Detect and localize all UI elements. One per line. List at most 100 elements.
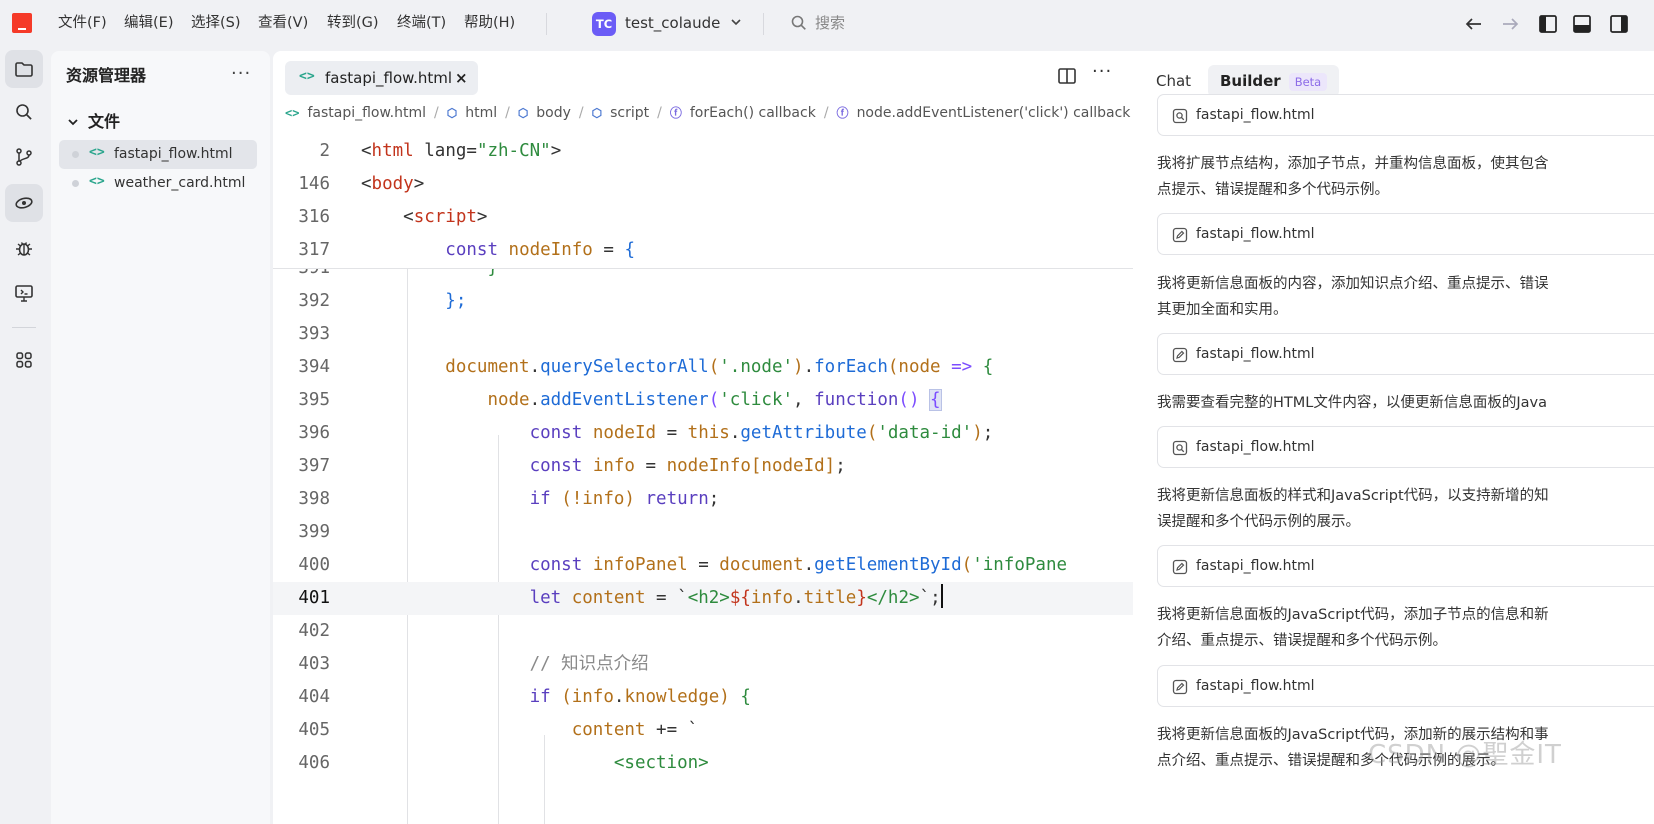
menu-edit[interactable]: 编辑(E) <box>124 13 173 33</box>
split-editor-icon[interactable] <box>1056 65 1078 87</box>
assistant-message: 介绍、重点提示、错误提醒和多个代码示例。 <box>1157 633 1447 649</box>
folder-label[interactable]: 文件 <box>88 111 120 133</box>
cube-icon: ⬡ <box>446 106 458 120</box>
file-item[interactable]: <> fastapi_flow.html <box>59 140 257 169</box>
menu-terminal[interactable]: 终端(T) <box>397 13 446 33</box>
menu-help[interactable]: 帮助(H) <box>464 13 515 33</box>
toggle-bottom-panel-icon[interactable] <box>1571 13 1593 35</box>
app-logo-icon[interactable] <box>12 13 32 33</box>
breadcrumb-label: fastapi_flow.html <box>307 105 426 121</box>
toggle-right-panel-icon[interactable] <box>1608 13 1630 35</box>
search-icon[interactable] <box>790 14 808 32</box>
breadcrumb-item[interactable]: ⬡ script / <box>592 103 670 123</box>
breadcrumb: <> fastapi_flow.html / ⬡ html / ⬡ body / ⬡ scri… <box>285 103 1130 123</box>
line-number: 146 <box>298 174 330 194</box>
modified-dot-icon <box>72 180 79 187</box>
chevron-down-icon[interactable] <box>66 115 80 129</box>
chip-file-name: fastapi_flow.html <box>1196 107 1315 123</box>
menu-select[interactable]: 选择(S) <box>191 13 241 33</box>
line-number: 316 <box>298 207 330 227</box>
remote-activity[interactable] <box>5 274 43 312</box>
menu-goto[interactable]: 转到(G) <box>327 13 379 33</box>
tab-builder[interactable]: Builder Beta <box>1208 65 1340 97</box>
tab-chat[interactable]: Chat <box>1156 65 1191 97</box>
toggle-left-panel-icon[interactable] <box>1537 13 1559 35</box>
more-icon[interactable]: ··· <box>231 65 251 83</box>
breadcrumb-item[interactable]: <> fastapi_flow.html / <box>285 103 447 123</box>
extensions-activity[interactable] <box>5 341 43 379</box>
source-control-activity[interactable] <box>5 138 43 176</box>
code-line-current: 401 let content = `<h2>${info.title}</h2… <box>273 582 1179 615</box>
editor-tab[interactable]: <> fastapi_flow.html × <box>285 61 478 95</box>
code-line: 393 <box>273 318 1179 351</box>
file-name: weather_card.html <box>114 175 246 191</box>
code-line: 399 <box>273 516 1179 549</box>
divider <box>12 327 36 328</box>
breadcrumb-item[interactable]: ⓕ node.addEventListener('click') callback <box>837 103 1131 123</box>
breadcrumb-item[interactable]: ⓕ forEach() callback / <box>670 103 837 123</box>
search-activity[interactable] <box>5 93 43 131</box>
file-reference-chip[interactable]: fastapi_flow.html <box>1157 545 1654 587</box>
code-line: 404 if (info.knowledge) { <box>273 681 1179 714</box>
html-file-icon: <> <box>299 69 315 84</box>
code-scroll-area[interactable]: 391 } 392 }; 393 394 document.querySelec… <box>273 269 1179 824</box>
text-cursor <box>940 584 943 608</box>
file-edit-icon <box>1172 347 1188 363</box>
line-number: 394 <box>298 357 330 377</box>
project-switcher[interactable]: test_colaude <box>625 13 720 33</box>
code-line: 397 const info = nodeInfo[nodeId]; <box>273 450 1179 483</box>
tab-label: fastapi_flow.html <box>325 69 453 87</box>
chevron-down-icon[interactable] <box>728 14 744 30</box>
code-text: }; <box>445 291 467 311</box>
project-avatar[interactable]: TC <box>592 12 616 36</box>
code-text: <script> <box>403 207 488 227</box>
code-text: const nodeId = this.getAttribute('data-i… <box>529 423 994 443</box>
file-search-icon <box>1172 108 1188 124</box>
code-text: const infoPanel = document.getElementByI… <box>529 555 1068 575</box>
folder-icon <box>15 62 33 77</box>
file-reference-chip[interactable]: fastapi_flow.html <box>1157 665 1654 707</box>
ai-activity[interactable] <box>5 184 43 222</box>
file-reference-chip[interactable]: fastapi_flow.html <box>1157 333 1654 375</box>
explorer-title: 资源管理器 <box>66 66 147 85</box>
code-line: 395 node.addEventListener('click', funct… <box>273 384 1179 417</box>
code-line: 392 }; <box>273 285 1179 318</box>
file-search-icon <box>1172 440 1188 456</box>
monitor-icon <box>15 285 33 302</box>
code-line: 405 content += ` <box>273 714 1179 747</box>
line-number: 406 <box>298 753 330 773</box>
more-icon[interactable]: ··· <box>1092 63 1112 81</box>
file-reference-chip[interactable]: fastapi_flow.html <box>1157 94 1654 136</box>
code-text: content += ` <box>571 720 699 740</box>
editor-panel: <> fastapi_flow.html × ··· <> fastapi_flo… <box>273 51 1179 824</box>
file-item[interactable]: <> weather_card.html <box>59 169 257 198</box>
breadcrumb-item[interactable]: ⬡ body / <box>518 103 592 123</box>
line-number: 392 <box>298 291 330 311</box>
activity-bar <box>0 48 50 824</box>
breadcrumb-label: forEach() callback <box>689 105 816 121</box>
explorer-activity[interactable] <box>5 50 43 88</box>
arrow-right-icon[interactable] <box>1499 13 1521 35</box>
file-edit-icon <box>1172 227 1188 243</box>
search-box[interactable]: 搜索 <box>815 13 845 33</box>
breadcrumb-item[interactable]: ⬡ html / <box>447 103 518 123</box>
line-number: 399 <box>298 522 330 542</box>
file-reference-chip[interactable]: fastapi_flow.html <box>1157 213 1654 255</box>
debug-activity[interactable] <box>5 229 43 267</box>
git-branch-icon <box>16 148 32 166</box>
close-icon[interactable]: × <box>455 68 468 88</box>
line-number: 403 <box>298 654 330 674</box>
assistant-message: 我将更新信息面板的内容，添加知识点介绍、重点提示、错误 <box>1157 276 1549 292</box>
tab-builder-label: Builder <box>1220 72 1281 90</box>
arrow-left-icon[interactable] <box>1463 13 1485 35</box>
breadcrumb-label: script <box>610 105 650 121</box>
assistant-message: 我将更新信息面板的JavaScript代码，添加子节点的信息和新 <box>1157 607 1549 623</box>
menu-file[interactable]: 文件(F) <box>58 13 107 33</box>
chip-file-name: fastapi_flow.html <box>1196 439 1315 455</box>
line-number: 396 <box>298 423 330 443</box>
html-file-icon: <> <box>89 145 105 160</box>
html-file-icon: <> <box>89 174 105 189</box>
code-text: } <box>361 269 498 285</box>
menu-view[interactable]: 查看(V) <box>258 13 308 33</box>
file-reference-chip[interactable]: fastapi_flow.html <box>1157 426 1654 468</box>
